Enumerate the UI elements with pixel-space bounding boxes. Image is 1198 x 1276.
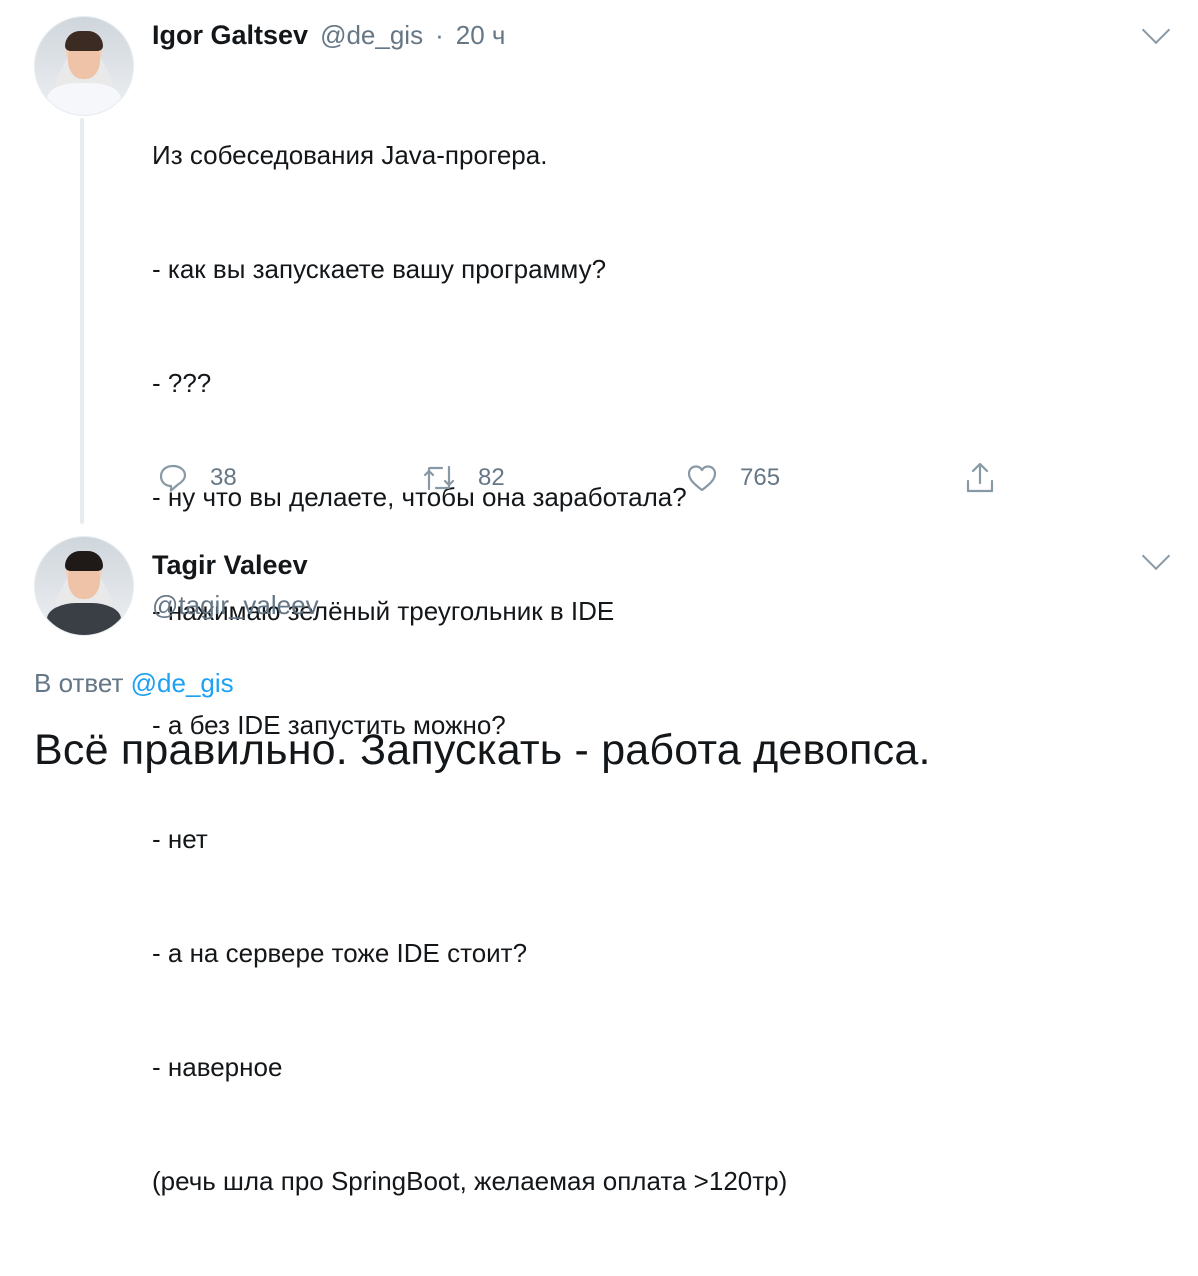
chevron-down-icon[interactable]: [1141, 541, 1171, 571]
reply-button[interactable]: 38: [158, 458, 237, 498]
reply-prefix: В ответ: [34, 668, 124, 698]
author-handle[interactable]: @de_gis: [320, 20, 423, 51]
tweet-line: - наверное: [152, 1052, 283, 1082]
heart-icon: [687, 465, 717, 492]
reply-context: В ответ @de_gis: [34, 668, 234, 699]
tweet-line: - нет: [152, 824, 208, 854]
tweet-line: - а на сервере тоже IDE стоит?: [152, 938, 528, 968]
reply-text: Всё правильно. Запускать - работа девопс…: [34, 726, 931, 774]
tweet-body: Из собеседования Java-прогера. - как вы …: [152, 60, 787, 1276]
author-handle[interactable]: @tagir_valeev: [152, 590, 319, 621]
retweet-count: 82: [478, 464, 505, 491]
retweet-button[interactable]: 82: [422, 458, 505, 498]
author-name[interactable]: Tagir Valeev: [152, 550, 308, 581]
like-button[interactable]: 765: [686, 458, 780, 498]
reply-count: 38: [210, 464, 237, 491]
share-button[interactable]: [964, 458, 996, 498]
author-name[interactable]: Igor Galtsev: [152, 20, 308, 51]
like-count: 765: [740, 464, 781, 491]
tweet-time[interactable]: 20 ч: [456, 20, 506, 51]
avatar[interactable]: [34, 536, 134, 636]
tweet-line: (речь шла про SpringBoot, желаемая оплат…: [152, 1166, 788, 1196]
chevron-down-icon[interactable]: [1141, 15, 1171, 45]
tweet-line: Из собеседования Java-прогера.: [152, 140, 548, 170]
tweet-header: Igor Galtsev @de_gis · 20 ч: [152, 20, 505, 51]
share-icon: [966, 462, 994, 493]
tweet-line: - как вы запускаете вашу программу?: [152, 254, 607, 284]
reply-icon: [159, 464, 187, 492]
thread-line: [80, 118, 84, 524]
retweet-icon: [423, 465, 455, 491]
tweet-line: - ???: [152, 368, 212, 398]
separator-dot: ·: [435, 20, 444, 50]
avatar[interactable]: [34, 16, 134, 116]
reply-to-handle[interactable]: @de_gis: [131, 668, 234, 698]
